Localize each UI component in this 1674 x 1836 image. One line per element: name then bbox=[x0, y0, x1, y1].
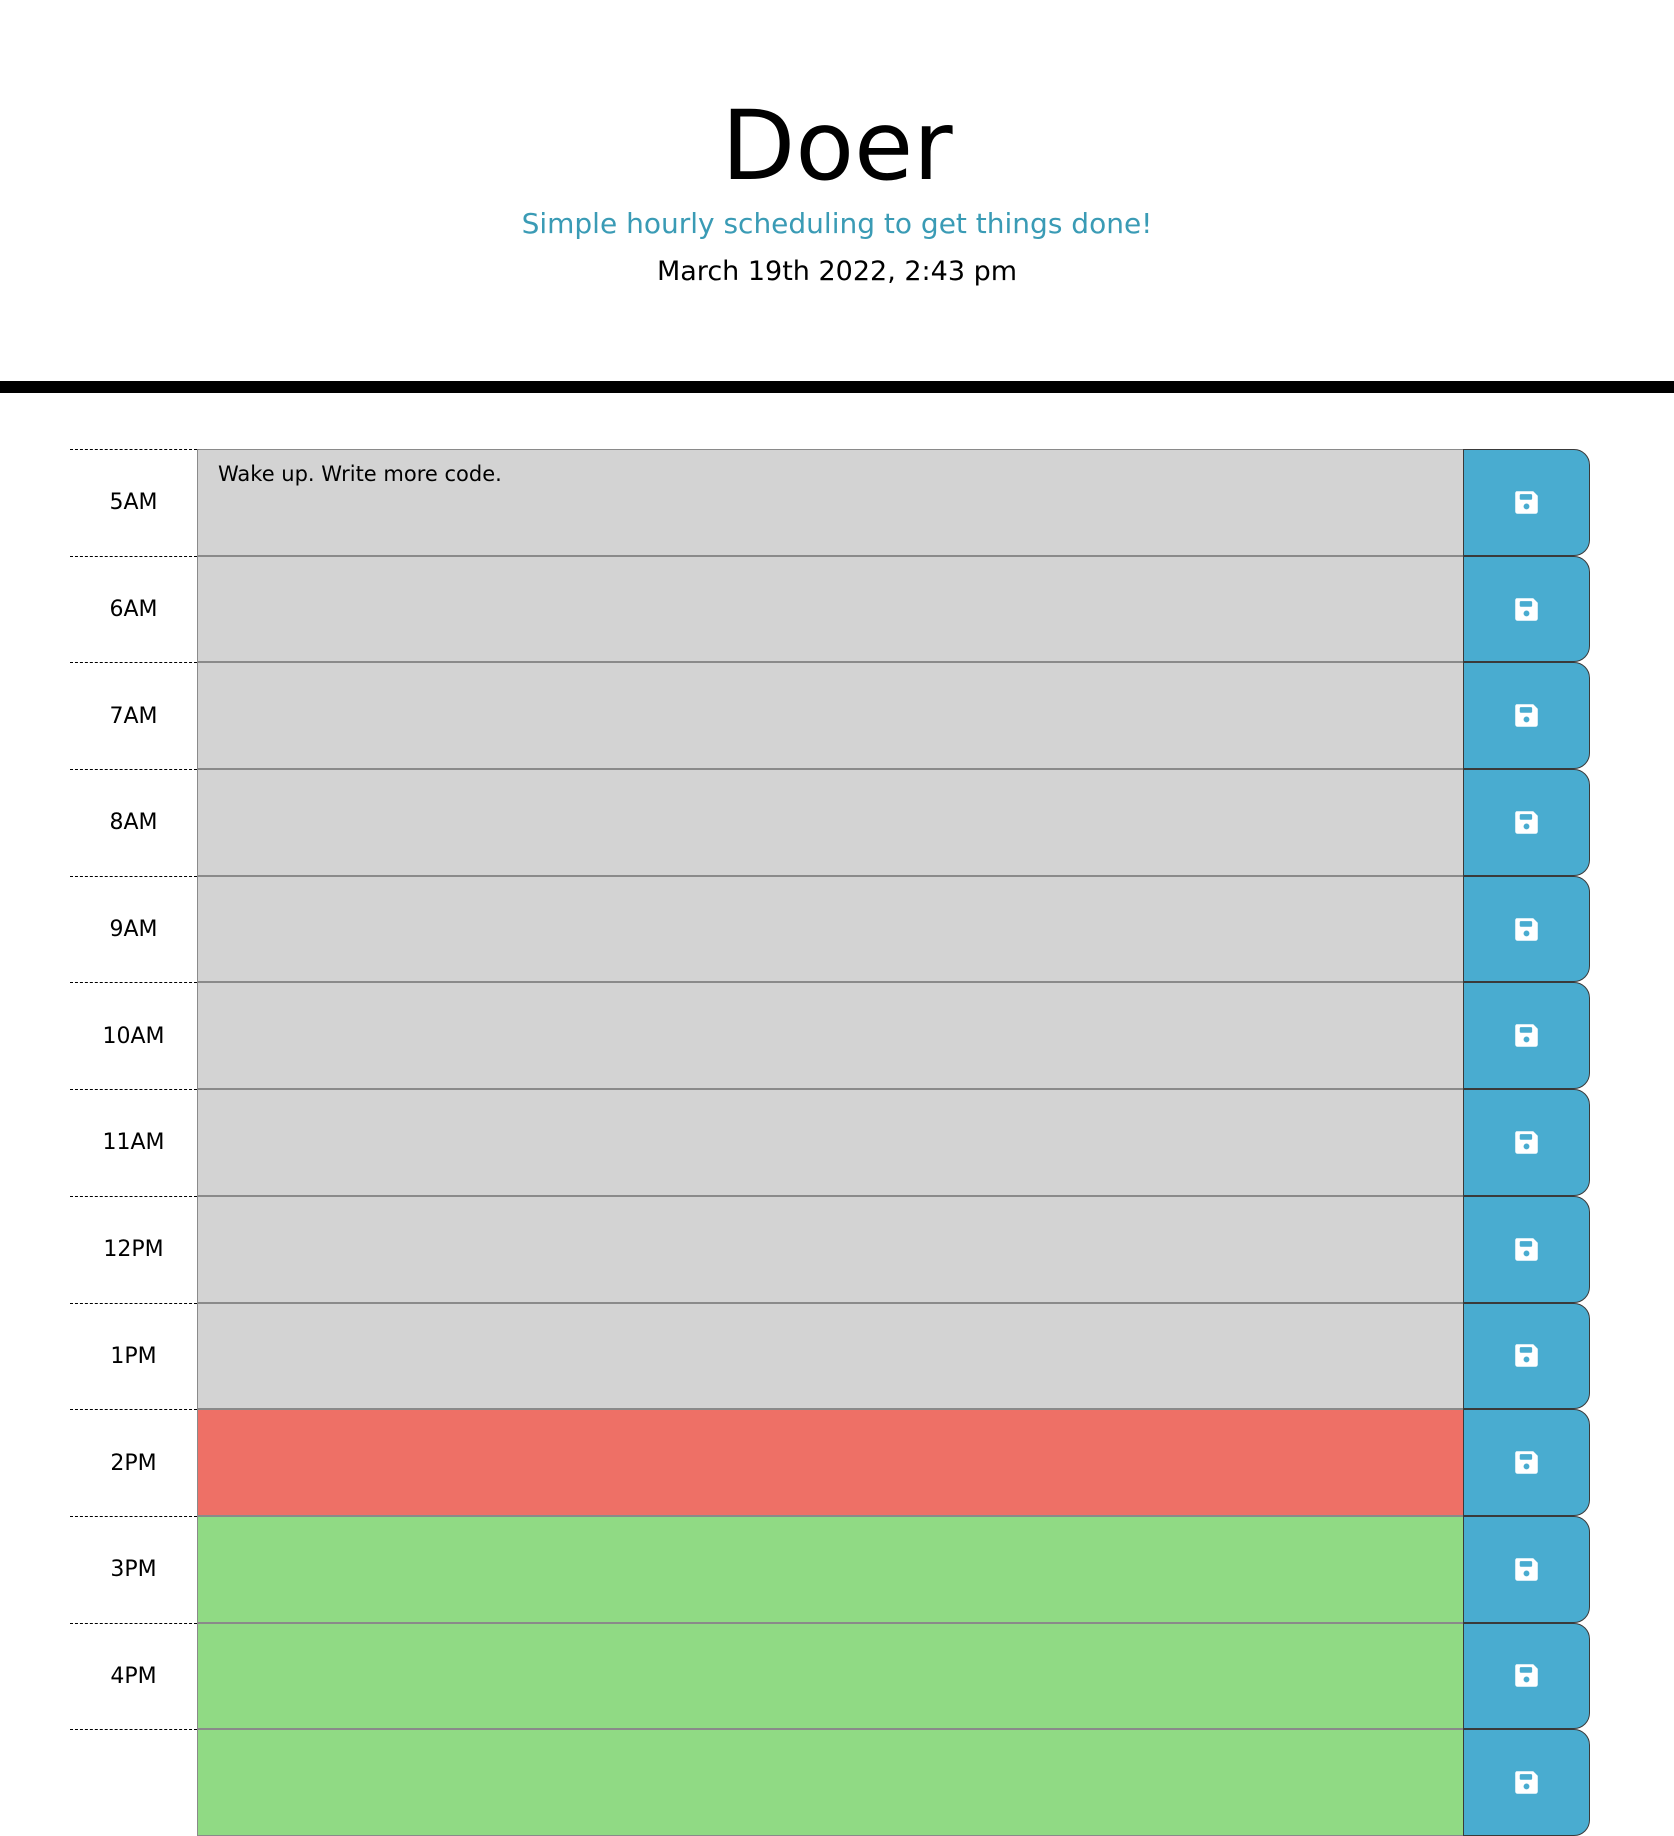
save-button[interactable] bbox=[1463, 875, 1590, 983]
save-icon-graphic bbox=[1515, 1344, 1538, 1368]
save-button[interactable] bbox=[1463, 1409, 1590, 1516]
hour-label: 7AM bbox=[70, 662, 197, 769]
event-description-input[interactable] bbox=[197, 1302, 1464, 1410]
hour-label: 2PM bbox=[70, 1409, 197, 1516]
event-description-input[interactable] bbox=[197, 982, 1464, 1090]
event-description-input[interactable] bbox=[197, 1195, 1464, 1303]
save-icon-graphic bbox=[1515, 1131, 1538, 1154]
hour-label: 9AM bbox=[70, 875, 197, 983]
hour-label: 6AM bbox=[70, 555, 197, 663]
timeblock-row: 11AM bbox=[70, 1089, 1590, 1196]
save-button[interactable] bbox=[1463, 1622, 1590, 1730]
timeblock-row: 6AM bbox=[70, 555, 1590, 663]
save-icon bbox=[1513, 1662, 1540, 1689]
save-icon-graphic bbox=[1515, 1771, 1538, 1794]
save-icon-graphic bbox=[1515, 1024, 1538, 1048]
event-description-input[interactable] bbox=[197, 1089, 1464, 1196]
timeblock-row: 8AM bbox=[70, 769, 1590, 876]
save-icon-graphic bbox=[1515, 811, 1538, 834]
save-button[interactable] bbox=[1463, 982, 1590, 1090]
hour-label bbox=[70, 1729, 197, 1836]
hour-label: 10AM bbox=[70, 982, 197, 1089]
save-icon bbox=[1513, 1769, 1540, 1796]
hour-label: 12PM bbox=[70, 1195, 197, 1303]
save-icon-graphic bbox=[1515, 1451, 1538, 1474]
timeblock-row bbox=[70, 1729, 1590, 1836]
hour-label: 8AM bbox=[70, 769, 197, 876]
timeblock-row: 10AM bbox=[70, 982, 1590, 1090]
timeblock-row: 3PM bbox=[70, 1515, 1590, 1623]
hour-label: 11AM bbox=[70, 1089, 197, 1196]
save-icon bbox=[1513, 702, 1540, 729]
save-button[interactable] bbox=[1463, 662, 1590, 770]
event-description-input[interactable] bbox=[197, 449, 1464, 556]
save-button[interactable] bbox=[1463, 769, 1590, 876]
app-title: Doer bbox=[721, 90, 953, 202]
save-button[interactable] bbox=[1463, 449, 1590, 556]
save-button[interactable] bbox=[1463, 1729, 1590, 1836]
save-button[interactable] bbox=[1463, 1515, 1590, 1623]
save-icon bbox=[1513, 1342, 1540, 1369]
hour-label: 4PM bbox=[70, 1622, 197, 1730]
timeblock-row: 1PM bbox=[70, 1302, 1590, 1410]
save-button[interactable] bbox=[1463, 1089, 1590, 1196]
save-icon bbox=[1513, 489, 1540, 516]
save-icon-graphic bbox=[1515, 917, 1538, 941]
hour-label: 5AM bbox=[70, 449, 197, 556]
save-icon-graphic bbox=[1515, 491, 1538, 514]
save-button[interactable] bbox=[1463, 555, 1590, 663]
timeblock-list: 5AM 6AM 7AM bbox=[70, 449, 1590, 1836]
hour-label: 3PM bbox=[70, 1515, 197, 1623]
current-datetime: March 19th 2022, 2:43 pm bbox=[656, 256, 1018, 287]
event-description-input[interactable] bbox=[197, 1729, 1464, 1836]
event-description-input[interactable] bbox=[197, 875, 1464, 983]
save-icon-graphic bbox=[1515, 1664, 1538, 1688]
save-icon bbox=[1513, 1236, 1540, 1263]
hour-label: 1PM bbox=[70, 1302, 197, 1410]
save-icon-graphic bbox=[1515, 1557, 1538, 1581]
save-icon bbox=[1513, 1129, 1540, 1156]
save-icon-graphic bbox=[1515, 1237, 1538, 1261]
timeblock-row: 4PM bbox=[70, 1622, 1590, 1730]
save-icon bbox=[1513, 596, 1540, 623]
save-icon bbox=[1513, 809, 1540, 836]
event-description-input[interactable] bbox=[197, 555, 1464, 663]
event-description-input[interactable] bbox=[197, 1622, 1464, 1730]
save-icon bbox=[1513, 1556, 1540, 1583]
event-description-input[interactable] bbox=[197, 1515, 1464, 1623]
timeblock-row: 5AM bbox=[70, 449, 1590, 556]
save-button[interactable] bbox=[1463, 1302, 1590, 1410]
save-icon bbox=[1513, 916, 1540, 943]
event-description-input[interactable] bbox=[197, 1409, 1464, 1516]
timeblock-row: 7AM bbox=[70, 662, 1590, 770]
timeblock-row: 9AM bbox=[70, 875, 1590, 983]
timeblock-row: 2PM bbox=[70, 1409, 1590, 1516]
save-icon-graphic bbox=[1515, 704, 1538, 727]
timeblock-row: 12PM bbox=[70, 1195, 1590, 1303]
event-description-input[interactable] bbox=[197, 662, 1464, 770]
header: Doer Simple hourly scheduling to get thi… bbox=[0, 0, 1674, 393]
app-tagline: Simple hourly scheduling to get things d… bbox=[521, 207, 1153, 240]
save-icon-graphic bbox=[1515, 597, 1538, 621]
save-button[interactable] bbox=[1463, 1195, 1590, 1303]
save-icon bbox=[1513, 1449, 1540, 1476]
save-icon bbox=[1513, 1022, 1540, 1049]
event-description-input[interactable] bbox=[197, 769, 1464, 876]
